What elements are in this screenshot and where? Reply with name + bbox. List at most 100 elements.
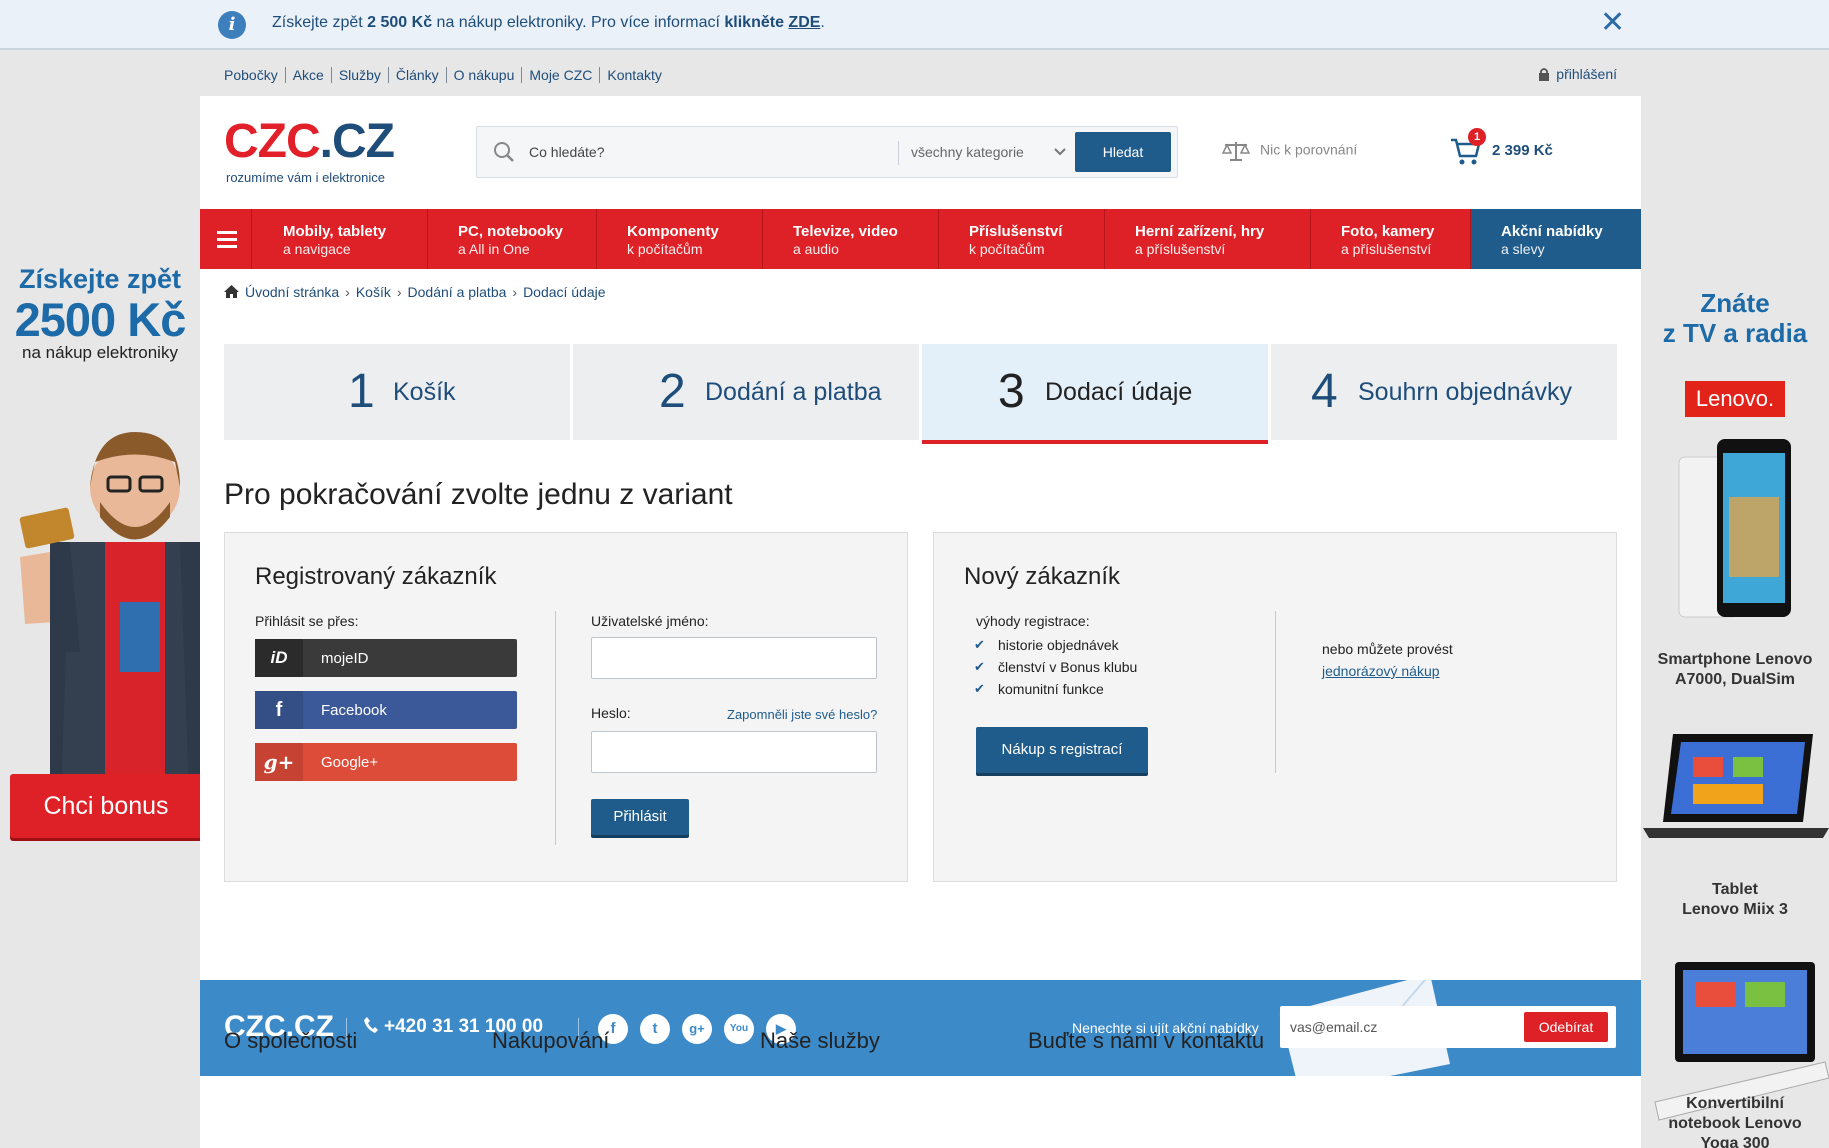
left-ad-banner[interactable]: Získejte zpět 2500 Kč na nákup elektroni… — [0, 52, 200, 1148]
smartphone-image — [1678, 439, 1791, 618]
info-click-text: klikněte — [724, 14, 784, 31]
footer-col-contact: Buďte s námi v kontaktu — [1028, 1028, 1265, 1053]
footer-col-company: O společnosti — [224, 1028, 358, 1053]
info-link[interactable]: ZDE — [788, 14, 820, 31]
login-link[interactable]: přihlášení — [1538, 66, 1617, 82]
tablet-image — [1643, 734, 1829, 838]
chci-bonus-button[interactable]: Chci bonus — [10, 774, 200, 838]
benefit-label: členství v Bonus klubu — [998, 659, 1138, 675]
step-number: 4 — [1311, 365, 1338, 418]
registered-customer-panel: Registrovaný zákazník Přihlásit se přes:… — [224, 532, 908, 882]
category-sub: a příslušenství — [1341, 241, 1432, 257]
menu-icon[interactable] — [200, 209, 252, 269]
mojeid-button[interactable]: iD mojeID — [255, 639, 517, 677]
category-sub: k počítačům — [627, 241, 703, 257]
search-input[interactable]: Co hledáte? — [529, 144, 605, 160]
category-title: Akční nabídky — [1501, 223, 1603, 240]
login-via-label: Přihlásit se přes: — [255, 613, 359, 629]
category-select[interactable]: všechny kategorie — [911, 144, 1024, 160]
benefit-label: komunitní funkce — [998, 681, 1104, 697]
check-icon: ✔ — [974, 681, 985, 696]
or-text: nebo můžete provést — [1322, 641, 1453, 657]
panel-divider — [555, 611, 556, 845]
top-link-moje-czc[interactable]: Moje CZC — [521, 67, 600, 83]
scales-icon — [1222, 142, 1250, 161]
benefits-title: výhody registrace: — [976, 613, 1090, 629]
category-televize[interactable]: Televize, video a audio — [763, 209, 939, 269]
category-komponenty[interactable]: Komponenty k počítačům — [597, 209, 763, 269]
top-link-pobocky[interactable]: Pobočky — [224, 67, 285, 83]
ad-product-1-line1: Smartphone Lenovo — [1657, 651, 1813, 668]
right-ad-banner[interactable]: Znáte z TV a radia Lenovo. Smartphone Le… — [1641, 52, 1829, 1148]
category-mobily[interactable]: Mobily, tablety a navigace — [253, 209, 428, 269]
category-title: Mobily, tablety — [283, 223, 387, 240]
footer-band: CZC.CZ +420 31 31 100 00 f t g+ You ▶ Ne… — [200, 980, 1641, 1076]
step-1[interactable]: 1 Košík — [224, 344, 570, 440]
benefit-label: historie objednávek — [998, 637, 1119, 653]
one-time-purchase-link[interactable]: jednorázový nákup — [1322, 663, 1440, 679]
ad-product-2-line1: Tablet — [1712, 881, 1758, 898]
category-pc[interactable]: PC, notebooky a All in One — [428, 209, 597, 269]
register-purchase-button[interactable]: Nákup s registrací — [976, 727, 1148, 773]
checkout-steps: 1 Košík 2 Dodání a platba 3 Dodací údaje 4S… — [224, 344, 1617, 444]
new-customer-title: Nový zákazník — [964, 563, 1121, 590]
password-label: Heslo: — [591, 705, 631, 721]
benefit-item: ✔ komunitní funkce — [974, 681, 1137, 703]
category-sub: a navigace — [283, 241, 351, 257]
search-button[interactable]: Hledat — [1075, 132, 1171, 172]
close-icon[interactable]: ✕ — [1600, 8, 1625, 38]
youtube-icon[interactable]: You — [724, 1014, 754, 1044]
facebook-button[interactable]: f Facebook — [255, 691, 517, 729]
breadcrumb-kosik[interactable]: Košík — [356, 284, 391, 300]
home-icon[interactable] — [224, 285, 239, 298]
google-plus-icon[interactable]: g+ — [682, 1014, 712, 1044]
login-button[interactable]: Přihlásit — [591, 799, 689, 835]
logo-red: CZC — [224, 115, 321, 168]
username-input[interactable] — [591, 637, 877, 679]
password-input[interactable] — [591, 731, 877, 773]
facebook-label: Facebook — [321, 702, 387, 719]
ad-product-3-line3: Yoga 300 — [1700, 1135, 1770, 1148]
twitter-icon[interactable]: t — [640, 1014, 670, 1044]
compare-link[interactable]: Nic k porovnání — [1222, 140, 1357, 162]
mojeid-icon: iD — [255, 639, 303, 677]
step-4: 4 Souhrn objednávky — [1271, 344, 1617, 440]
footer-col-shopping: Nakupování — [492, 1028, 610, 1053]
category-foto[interactable]: Foto, kamery a příslušenství — [1311, 209, 1471, 269]
top-link-o-nakupu[interactable]: O nákupu — [445, 67, 522, 83]
breadcrumb-current: Dodací údaje — [523, 284, 606, 300]
info-bar: i Získejte zpět 2 500 Kč na nákup elektr… — [0, 0, 1829, 50]
category-herni[interactable]: Herní zařízení, hry a příslušenství — [1105, 209, 1311, 269]
category-akcni[interactable]: Akční nabídky a slevy — [1471, 209, 1641, 269]
phone-icon — [364, 1017, 378, 1033]
google-plus-button[interactable]: g+ Google+ — [255, 743, 517, 781]
benefit-item: ✔ historie objednávek — [974, 637, 1137, 659]
category-title: PC, notebooky — [458, 223, 564, 240]
cart-button[interactable]: 1 2 399 Kč — [1450, 128, 1553, 170]
ad-left-amount: 2500 Kč — [14, 293, 187, 346]
top-link-sluzby[interactable]: Služby — [330, 67, 388, 83]
category-sub: a All in One — [458, 241, 530, 257]
chevron-down-icon[interactable] — [1053, 141, 1067, 163]
step-2[interactable]: 2 Dodání a platba — [573, 344, 919, 440]
ad-right-line2: z TV a radia — [1662, 318, 1808, 348]
category-title: Komponenty — [627, 223, 719, 240]
subscribe-button[interactable]: Odebírat — [1524, 1012, 1608, 1042]
top-link-akce[interactable]: Akce — [284, 67, 331, 83]
cart-count-badge: 1 — [1468, 128, 1486, 146]
breadcrumb-home[interactable]: Úvodní stránka — [245, 284, 339, 300]
breadcrumb-dodani[interactable]: Dodání a platba — [408, 284, 507, 300]
top-link-clanky[interactable]: Články — [387, 67, 446, 83]
top-link-kontakty[interactable]: Kontakty — [599, 67, 669, 83]
step-number: 1 — [348, 365, 375, 418]
category-title: Televize, video — [793, 223, 898, 240]
info-text-mid: na nákup elektroniky. Pro více informací — [432, 14, 725, 31]
czc-logo[interactable]: CZC.CZ rozumíme vám i elektronice — [224, 115, 395, 186]
ad-left-line1: Získejte zpět — [18, 264, 182, 294]
category-prislusenstvi[interactable]: Příslušenství k počítačům — [939, 209, 1105, 269]
newsletter-email-input[interactable]: vas@email.cz Odebírat — [1280, 1006, 1616, 1048]
category-title: Příslušenství — [969, 223, 1063, 240]
forgot-password-link[interactable]: Zapomněli jste své heslo? — [727, 707, 877, 722]
top-links: Pobočky Akce Služby Články O nákupu Moje CZC K… — [224, 67, 669, 83]
category-sub: a slevy — [1501, 241, 1545, 257]
